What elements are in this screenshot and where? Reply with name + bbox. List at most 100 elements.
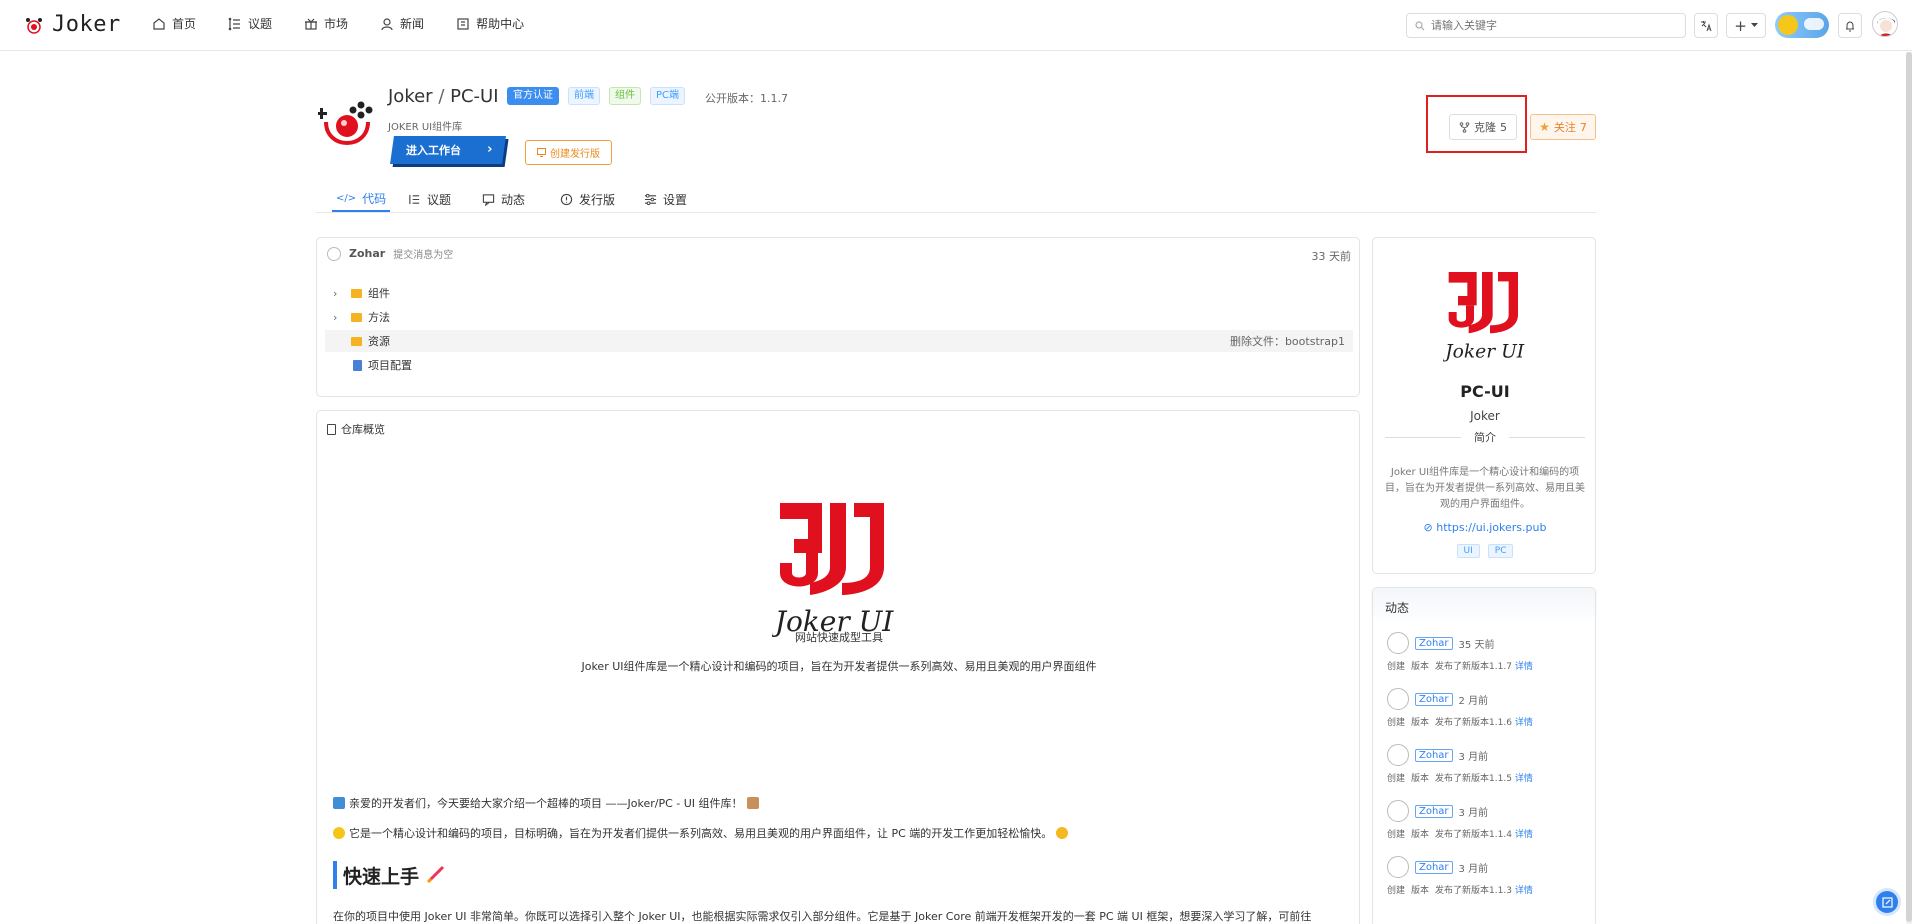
- bell-icon: [1846, 20, 1854, 31]
- badge-official: 官方认证: [507, 87, 559, 105]
- book-emoji-icon: [333, 797, 345, 809]
- translate-button[interactable]: [1694, 13, 1718, 38]
- tab-code[interactable]: </> 代码: [332, 186, 391, 212]
- create-release-label: 创建发行版: [550, 149, 600, 160]
- logo-wordmark: Joker UI: [1443, 341, 1525, 362]
- activity-detail-link[interactable]: 详情: [1515, 718, 1533, 728]
- nav-item-issues[interactable]: 议题: [228, 15, 272, 32]
- avatar[interactable]: [1387, 800, 1409, 822]
- readme-para2: 它是一个精心设计和编码的项目，目标明确，旨在为开发者们提供一系列高效、易用且美观…: [349, 827, 1053, 840]
- repo-title: Joker / PC-UI: [388, 86, 499, 107]
- repo-owner[interactable]: Joker: [388, 86, 433, 107]
- joker-ui-logo: Joker UI: [1443, 272, 1525, 362]
- avatar[interactable]: [1387, 688, 1409, 710]
- clone-count: 5: [1500, 120, 1507, 134]
- tab-issues[interactable]: 议题: [408, 186, 451, 212]
- repo-badges: 官方认证 前端 组件 PC端: [507, 87, 686, 105]
- nav-item-news[interactable]: 新闻: [380, 15, 424, 32]
- plus-icon: +: [1734, 16, 1747, 35]
- tab-activity[interactable]: 动态: [482, 186, 525, 212]
- tag-ui[interactable]: UI: [1456, 544, 1480, 558]
- file-row[interactable]: 项目配置: [325, 354, 1353, 376]
- tab-releases[interactable]: 发行版: [560, 186, 615, 212]
- activity-detail-link[interactable]: 详情: [1515, 830, 1533, 840]
- nav-item-home[interactable]: 首页: [152, 15, 196, 32]
- readme-tagline: 网站快速成型工具: [795, 631, 883, 644]
- activity-kind: 版本: [1411, 886, 1430, 896]
- top-navbar: Joker 首页 议题 市场 新闻 帮助中心 +: [0, 0, 1912, 51]
- user-avatar[interactable]: [1872, 11, 1898, 37]
- activity-detail-link[interactable]: 详情: [1515, 774, 1533, 784]
- avatar[interactable]: [1387, 744, 1409, 766]
- page-scrollbar[interactable]: [1906, 52, 1912, 924]
- clone-button[interactable]: 克隆 5: [1449, 114, 1517, 140]
- scrollbar-thumb[interactable]: [1906, 52, 1912, 922]
- side-repo-owner[interactable]: Joker: [1373, 409, 1597, 423]
- file-row[interactable]: › 组件: [325, 282, 1353, 304]
- file-name[interactable]: 项目配置: [368, 357, 412, 373]
- tag-pc[interactable]: PC: [1487, 544, 1514, 558]
- code-icon: </>: [336, 192, 357, 204]
- activity-text: 发布了新版本1.1.6: [1435, 718, 1512, 728]
- avatar[interactable]: [1387, 856, 1409, 878]
- folder-icon: [351, 336, 362, 346]
- avatar[interactable]: [1387, 632, 1409, 654]
- file-name[interactable]: 资源: [368, 333, 390, 349]
- tab-settings[interactable]: 设置: [644, 186, 687, 212]
- theme-toggle[interactable]: [1775, 12, 1829, 38]
- nav-item-help[interactable]: 帮助中心: [456, 15, 524, 32]
- chevron-right-icon[interactable]: ›: [333, 287, 347, 300]
- file-name[interactable]: 组件: [368, 285, 390, 301]
- repo-tags: UI PC: [1373, 544, 1597, 558]
- star-icon: ★: [1539, 120, 1550, 134]
- chevron-right-icon: ›: [486, 142, 493, 157]
- version-value: 1.1.7: [760, 92, 788, 105]
- repo-name[interactable]: PC-UI: [450, 86, 498, 107]
- activity-user[interactable]: Zohar: [1415, 692, 1453, 706]
- side-repo-name: PC-UI: [1460, 382, 1510, 401]
- file-name[interactable]: 方法: [368, 309, 390, 325]
- activity-detail-link[interactable]: 详情: [1515, 886, 1533, 896]
- floating-edit-button[interactable]: [1876, 891, 1898, 913]
- folder-icon: [351, 288, 362, 298]
- activity-user[interactable]: Zohar: [1415, 636, 1453, 650]
- rocket-icon: [426, 865, 445, 884]
- nav-item-label: 首页: [172, 17, 197, 31]
- follow-button[interactable]: ★ 关注 7: [1530, 114, 1596, 140]
- release-icon: [560, 193, 573, 205]
- activity-kind: 版本: [1411, 830, 1430, 840]
- search-box[interactable]: [1406, 13, 1686, 38]
- create-release-button[interactable]: 创建发行版: [525, 140, 612, 165]
- book-icon: [327, 423, 336, 435]
- chevron-right-icon[interactable]: ›: [333, 311, 347, 324]
- search-input[interactable]: [1431, 19, 1671, 32]
- config-file-icon: [353, 359, 362, 371]
- activity-detail-link[interactable]: 详情: [1515, 662, 1533, 672]
- activity-text: 发布了新版本1.1.7: [1435, 662, 1512, 672]
- homepage-link[interactable]: ⊘ https://ui.jokers.pub: [1373, 521, 1597, 534]
- enter-workspace-button[interactable]: 进入工作台 ›: [390, 136, 506, 164]
- activity-user[interactable]: Zohar: [1415, 860, 1453, 874]
- commit-author[interactable]: Zohar: [349, 247, 385, 260]
- notifications-button[interactable]: [1838, 13, 1862, 38]
- nav-item-market[interactable]: 市场: [304, 15, 348, 32]
- file-row[interactable]: › 方法: [325, 306, 1353, 328]
- site-logo[interactable]: Joker: [24, 12, 121, 37]
- repo-tabs: </> 代码 议题 动态 发行版 设置: [316, 180, 1596, 213]
- commit-author-avatar[interactable]: [327, 246, 341, 261]
- activity-type: 创建: [1387, 662, 1406, 672]
- activity-user[interactable]: Zohar: [1415, 804, 1453, 818]
- activity-icon: [482, 193, 495, 206]
- news-icon: [381, 17, 393, 30]
- activity-item: Zohar 3 月前 创建 版本 发布了新版本1.1.5 详情: [1387, 744, 1587, 784]
- file-row[interactable]: 资源 删除文件：bootstrap1: [325, 330, 1353, 352]
- activity-item: Zohar 3 月前 创建 版本 发布了新版本1.1.3 详情: [1387, 856, 1587, 896]
- create-menu-button[interactable]: +: [1726, 13, 1766, 38]
- readme-panel: 仓库概览 Joker UI 网站快速成型工具 Joker UI组件库是一个精心设…: [316, 410, 1360, 924]
- monitor-icon: [537, 148, 546, 157]
- commit-time: 33 天前: [1311, 250, 1352, 263]
- activity-type: 创建: [1387, 718, 1406, 728]
- activity-user[interactable]: Zohar: [1415, 748, 1453, 762]
- homepage-url[interactable]: https://ui.jokers.pub: [1436, 521, 1546, 534]
- repo-avatar-logo: [318, 101, 373, 145]
